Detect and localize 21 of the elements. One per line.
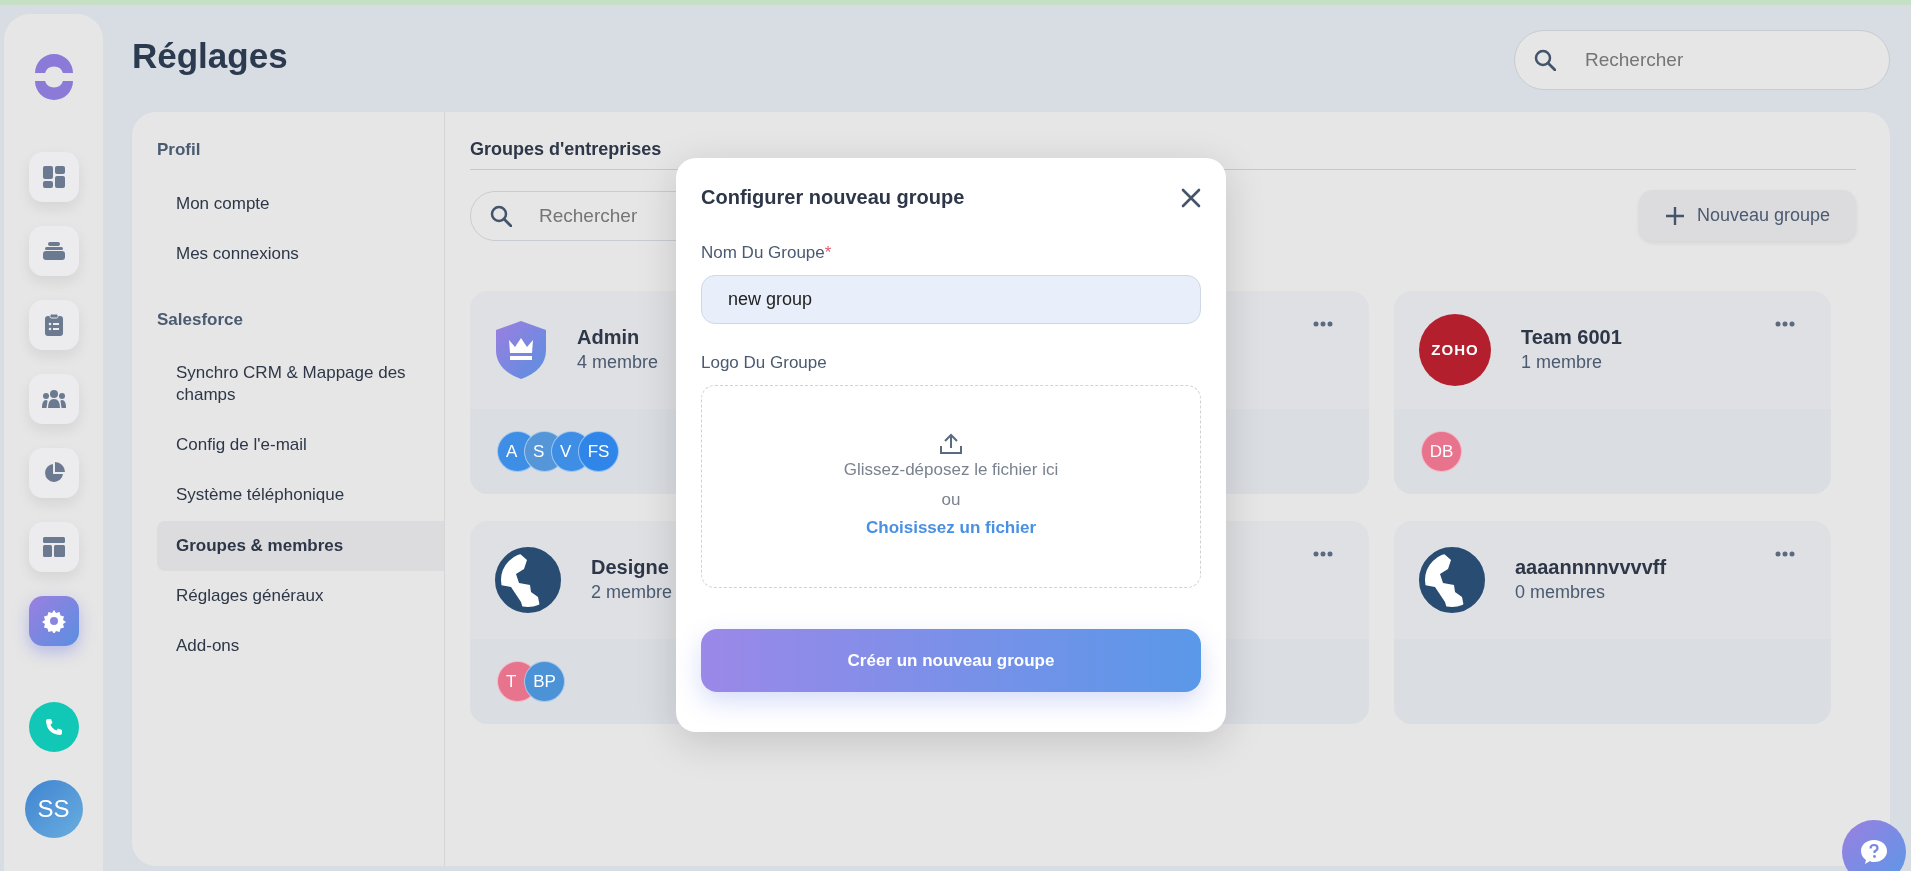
or-text: ou <box>941 488 961 511</box>
group-name: Admin <box>577 324 641 349</box>
member-avatar: DB <box>1421 431 1462 472</box>
member-count: 2 membre <box>591 580 673 604</box>
member-avatar: BP <box>524 661 565 702</box>
field-label: Logo Du Groupe <box>701 351 828 374</box>
field-label-text: Nom Du Groupe <box>701 243 825 262</box>
member-avatar: FS <box>578 431 619 472</box>
modal-title: Configurer nouveau groupe <box>701 185 965 210</box>
member-count: 4 membre <box>577 350 659 374</box>
section-heading: Profil <box>157 139 202 161</box>
required-mark: * <box>824 243 832 262</box>
group-name: aaaannnnvvvvff <box>1515 554 1667 579</box>
member-count: 0 membres <box>1515 580 1607 604</box>
member-count: 1 membre <box>1521 350 1604 374</box>
page-title: Réglages <box>132 35 288 77</box>
group-name: Team 6001 <box>1521 324 1622 349</box>
drop-instructions: Glissez-déposez le fichier ici <box>843 459 1059 481</box>
group-name: Designe <box>591 554 670 579</box>
section-heading: Salesforce <box>157 308 244 331</box>
logo-zoho: ZOHO <box>1419 314 1491 386</box>
